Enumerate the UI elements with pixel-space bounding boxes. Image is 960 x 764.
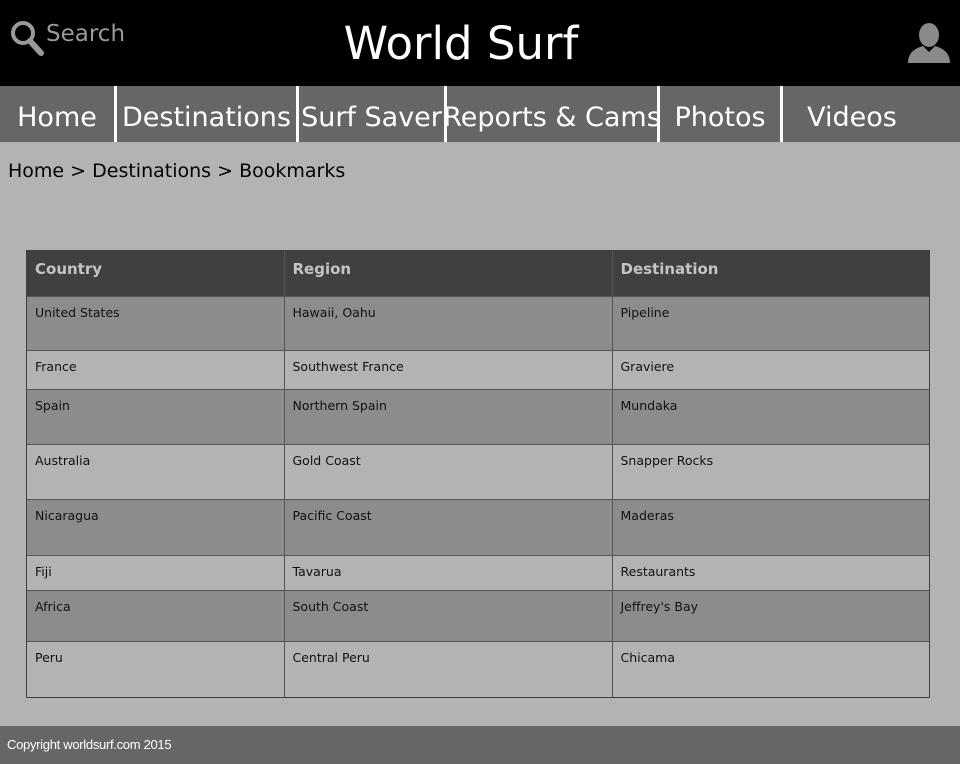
cell-destination: Chicama — [612, 640, 929, 697]
nav-photos[interactable]: Photos — [660, 86, 780, 142]
column-header-region[interactable]: Region — [284, 251, 613, 296]
cell-country: Spain — [27, 388, 285, 444]
table-row[interactable]: Nicaragua Pacific Coast Maderas — [27, 498, 929, 555]
nav-destinations[interactable]: Destinations — [117, 86, 296, 142]
copyright-text: Copyright worldsurf.com 2015 — [7, 737, 172, 752]
cell-destination: Jeffrey's Bay — [612, 589, 929, 641]
cell-country: Africa — [27, 589, 285, 641]
column-header-country[interactable]: Country — [27, 251, 285, 296]
cell-region: Northern Spain — [284, 388, 613, 444]
cell-destination: Restaurants — [612, 554, 929, 590]
cell-country: France — [27, 349, 285, 389]
nav-reports-cams[interactable]: Reports & Cams — [443, 86, 661, 142]
cell-country: United States — [27, 295, 285, 350]
breadcrumb-current: Bookmarks — [239, 160, 346, 182]
cell-region: South Coast — [284, 589, 613, 641]
site-title: World Surf — [343, 17, 579, 70]
table-row[interactable]: Africa South Coast Jeffrey's Bay — [27, 589, 929, 641]
nav-videos[interactable]: Videos — [783, 86, 921, 142]
cell-region: Tavarua — [284, 554, 613, 590]
main-nav: Home Destinations Surf Saver Reports & C… — [0, 86, 960, 142]
breadcrumb-destinations[interactable]: Destinations — [92, 160, 211, 182]
table-row[interactable]: Australia Gold Coast Snapper Rocks — [27, 443, 929, 499]
column-header-destination[interactable]: Destination — [612, 251, 929, 296]
cell-country: Australia — [27, 443, 285, 499]
cell-destination: Mundaka — [612, 388, 929, 444]
cell-country: Peru — [27, 640, 285, 697]
nav-home[interactable]: Home — [0, 86, 114, 142]
cell-destination: Pipeline — [612, 295, 929, 350]
cell-destination: Snapper Rocks — [612, 443, 929, 499]
cell-region: Gold Coast — [284, 443, 613, 499]
cell-country: Fiji — [27, 554, 285, 590]
table-row[interactable]: United States Hawaii, Oahu Pipeline — [27, 295, 929, 350]
table-row[interactable]: Peru Central Peru Chicama — [27, 640, 929, 697]
table-row[interactable]: France Southwest France Graviere — [27, 349, 929, 389]
site-footer: Copyright worldsurf.com 2015 — [0, 726, 960, 764]
nav-surf-saver[interactable]: Surf Saver — [299, 86, 444, 142]
breadcrumb: Home > Destinations > Bookmarks — [8, 158, 345, 184]
table-header-row: Country Region Destination — [27, 251, 929, 296]
breadcrumb-home[interactable]: Home — [8, 160, 64, 182]
table-row[interactable]: Fiji Tavarua Restaurants — [27, 554, 929, 590]
bookmarks-table: Country Region Destination United States… — [26, 250, 930, 698]
user-icon[interactable] — [906, 22, 952, 64]
site-header: Search World Surf — [0, 0, 960, 86]
cell-country: Nicaragua — [27, 498, 285, 555]
cell-region: Central Peru — [284, 640, 613, 697]
breadcrumb-separator: > — [70, 160, 87, 182]
table-row[interactable]: Spain Northern Spain Mundaka — [27, 388, 929, 444]
breadcrumb-separator: > — [217, 160, 234, 182]
cell-destination: Maderas — [612, 498, 929, 555]
cell-destination: Graviere — [612, 349, 929, 389]
cell-region: Southwest France — [284, 349, 613, 389]
cell-region: Hawaii, Oahu — [284, 295, 613, 350]
cell-region: Pacific Coast — [284, 498, 613, 555]
